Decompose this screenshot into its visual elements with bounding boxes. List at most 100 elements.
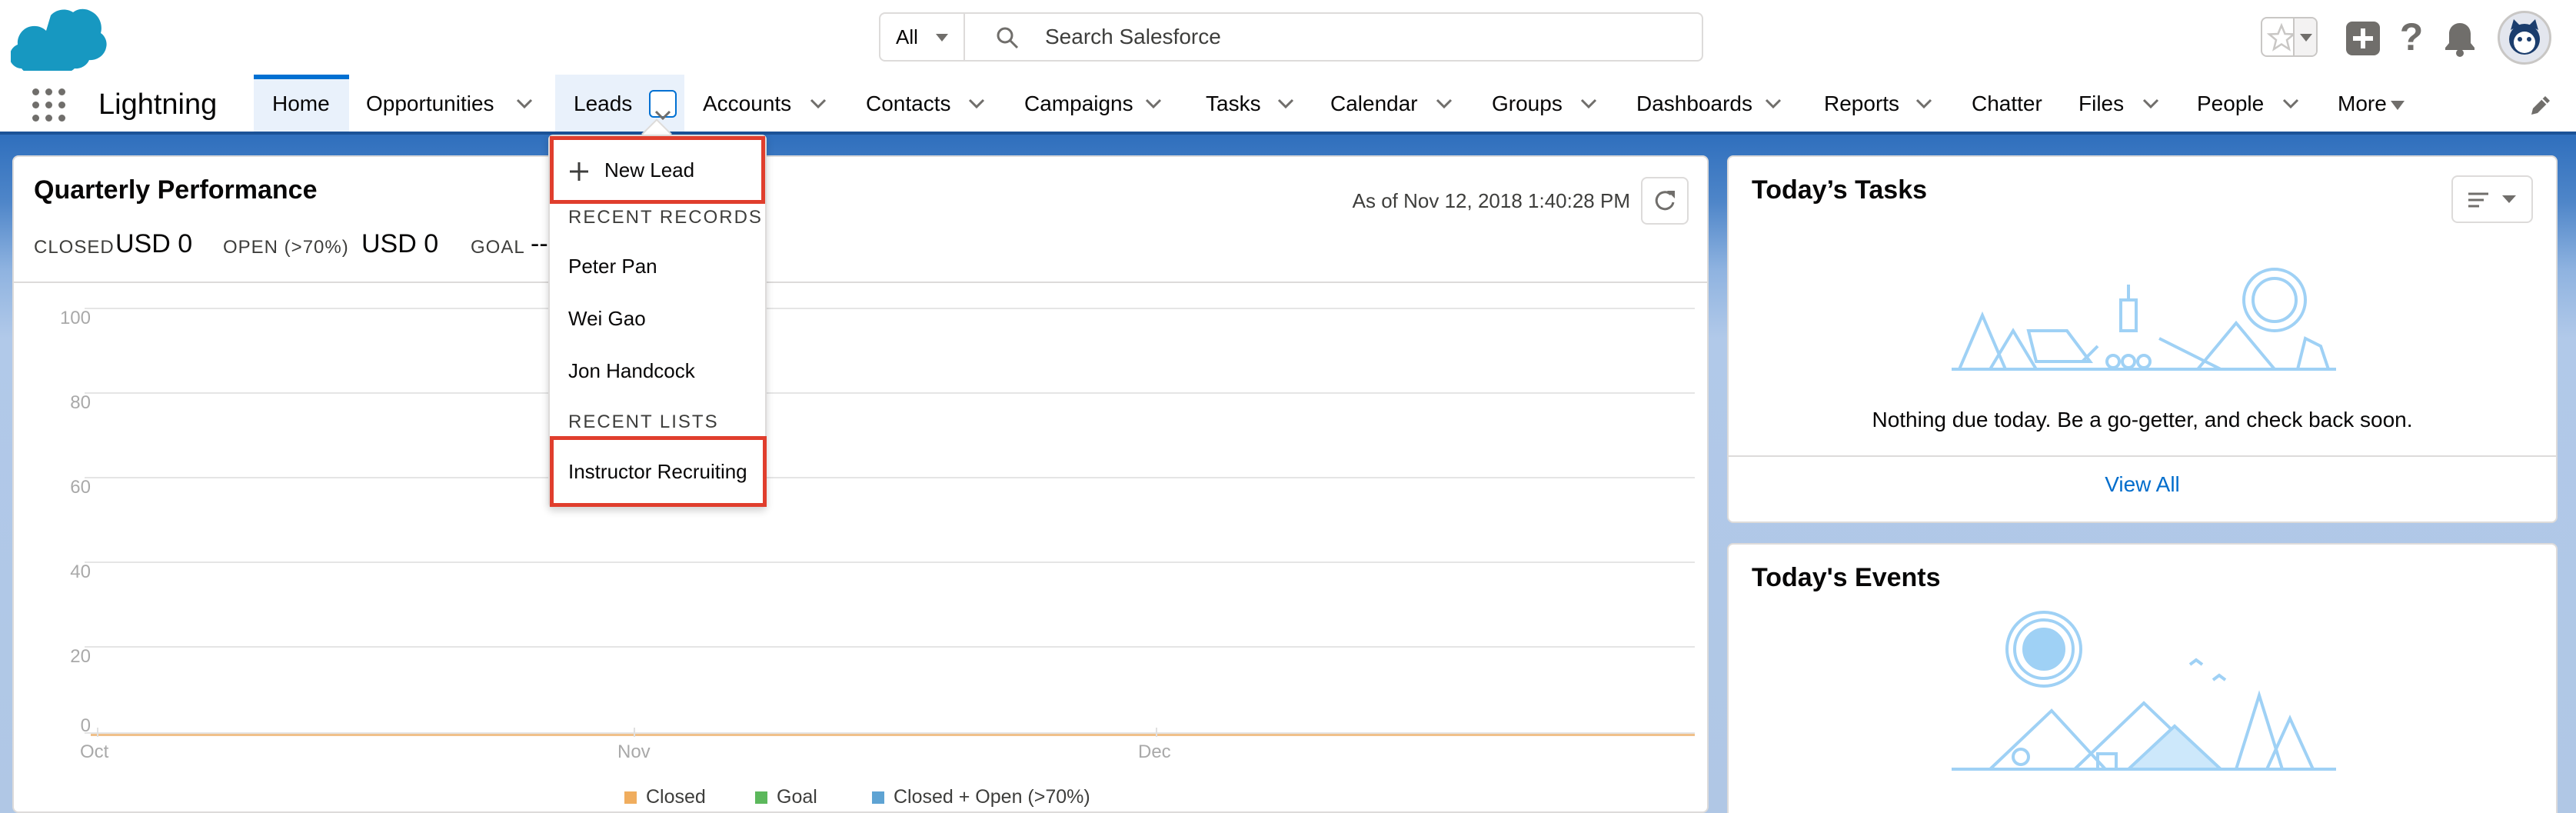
- avatar[interactable]: [2498, 11, 2551, 65]
- recent-record-item[interactable]: Peter Pan: [568, 255, 657, 278]
- tab-accounts-label: Accounts: [703, 92, 792, 115]
- card-title: Today's Events: [1752, 563, 1941, 592]
- refresh-icon: [1655, 191, 1675, 211]
- y-tick-label: 80: [70, 392, 91, 413]
- chevron-down-icon[interactable]: [967, 98, 986, 110]
- empty-state-camping-illustration: [1952, 268, 2336, 371]
- chevron-down-icon[interactable]: [1764, 98, 1782, 110]
- leads-dropdown-menu: New Lead RECENT RECORDS Peter Pan Wei Ga…: [548, 135, 767, 508]
- y-tick-label: 0: [80, 715, 91, 736]
- plus-icon: [570, 162, 588, 181]
- closed-series-line: [91, 734, 1695, 736]
- empty-state-events-illustration: [1952, 611, 2336, 771]
- todays-tasks-card: Today’s Tasks Nothing due today. Be a go…: [1727, 155, 2558, 523]
- tab-home-label: Home: [272, 92, 330, 115]
- chevron-down-icon[interactable]: [1144, 98, 1163, 110]
- favorites-button[interactable]: [2261, 17, 2318, 57]
- gridline: [85, 646, 1695, 648]
- tab-groups-label: Groups: [1492, 92, 1563, 115]
- tab-calendar-label: Calendar: [1330, 92, 1418, 115]
- tab-groups[interactable]: Groups: [1492, 75, 1601, 132]
- x-tick-label: Oct: [80, 741, 109, 762]
- tab-reports-label: Reports: [1824, 92, 1900, 115]
- chevron-down-icon[interactable]: [2142, 98, 2160, 110]
- global-search[interactable]: All Search Salesforce: [879, 12, 1703, 62]
- chevron-down-icon[interactable]: [809, 98, 827, 110]
- empty-state-message: Nothing due today. Be a go-getter, and c…: [1872, 408, 2413, 431]
- bell-icon[interactable]: [2442, 20, 2478, 57]
- tab-campaigns[interactable]: Campaigns: [1024, 75, 1170, 132]
- search-scope-label: All: [896, 25, 918, 48]
- tab-tasks[interactable]: Tasks: [1206, 75, 1295, 132]
- global-header: All Search Salesforce ?: [0, 0, 2576, 75]
- tab-more[interactable]: More: [2338, 75, 2415, 132]
- app-launcher-waffle-icon[interactable]: [32, 88, 66, 122]
- tab-reports[interactable]: Reports: [1824, 75, 1936, 132]
- tab-more-label: More: [2338, 92, 2387, 115]
- tab-contacts-label: Contacts: [866, 92, 951, 115]
- tab-contacts[interactable]: Contacts: [866, 75, 995, 132]
- x-tick-mark: [1156, 728, 1157, 737]
- app-name: Lightning: [98, 88, 218, 121]
- x-tick-label: Nov: [617, 741, 651, 762]
- x-tick-label: Dec: [1138, 741, 1171, 762]
- tab-people[interactable]: People: [2197, 75, 2300, 132]
- recent-list-label: Instructor Recruiting: [568, 460, 747, 483]
- search-scope-select[interactable]: All: [880, 14, 965, 60]
- salesforce-logo[interactable]: [11, 6, 108, 71]
- tab-calendar[interactable]: Calendar: [1330, 75, 1456, 132]
- tab-files[interactable]: Files: [2078, 75, 2159, 132]
- legend-item-goal[interactable]: Goal: [755, 786, 817, 808]
- gridline: [85, 477, 1695, 478]
- tab-campaigns-label: Campaigns: [1024, 92, 1133, 115]
- tab-home[interactable]: Home: [254, 75, 349, 132]
- recent-list-item[interactable]: Instructor Recruiting: [550, 436, 767, 507]
- avatar-icon: [2509, 19, 2540, 55]
- leads-menu-chevron-icon[interactable]: [649, 90, 677, 121]
- y-tick-label: 40: [70, 561, 91, 582]
- y-tick-label: 100: [59, 308, 91, 328]
- recent-record-item[interactable]: Jon Handcock: [568, 359, 695, 383]
- global-actions-plus-icon[interactable]: [2346, 22, 2380, 55]
- search-input[interactable]: Search Salesforce: [1045, 14, 1221, 60]
- todays-events-card: Today's Events: [1727, 543, 2558, 813]
- chevron-down-icon[interactable]: [1915, 98, 1933, 110]
- view-all-link[interactable]: View All: [1729, 472, 2556, 497]
- y-tick-label: 60: [70, 477, 91, 498]
- closed-value: USD 0: [115, 229, 193, 258]
- tab-leads[interactable]: Leads: [555, 75, 684, 132]
- chevron-down-icon: [936, 34, 948, 42]
- legend-item-closed-open[interactable]: Closed + Open (>70%): [872, 786, 1090, 808]
- chevron-down-icon[interactable]: [1579, 98, 1598, 110]
- chevron-down-icon[interactable]: [1276, 98, 1295, 110]
- task-filter-button[interactable]: [2451, 175, 2533, 223]
- tab-dashboards[interactable]: Dashboards: [1636, 75, 1790, 132]
- refresh-button[interactable]: [1641, 177, 1689, 225]
- help-icon[interactable]: ?: [2396, 14, 2427, 60]
- tab-opportunities[interactable]: Opportunities: [366, 75, 547, 132]
- legend-swatch: [755, 791, 767, 804]
- new-lead-menu-item[interactable]: New Lead: [550, 136, 765, 204]
- pencil-icon[interactable]: [2527, 92, 2554, 119]
- chevron-down-icon[interactable]: [2281, 98, 2300, 110]
- legend-item-closed[interactable]: Closed: [624, 786, 706, 808]
- legend-label: Closed: [646, 786, 706, 808]
- legend-swatch: [624, 791, 637, 804]
- recent-records-heading: RECENT RECORDS: [568, 207, 763, 228]
- star-icon[interactable]: [2267, 23, 2296, 52]
- recent-lists-heading: RECENT LISTS: [568, 411, 719, 432]
- recent-record-item[interactable]: Wei Gao: [568, 307, 646, 331]
- x-tick-mark: [634, 728, 635, 737]
- x-tick-mark: [97, 728, 98, 737]
- chevron-down-icon[interactable]: [1435, 98, 1453, 110]
- tab-chatter[interactable]: Chatter: [1972, 75, 2048, 132]
- favorites-menu-chevron-icon[interactable]: [2293, 18, 2316, 55]
- caret-down-icon[interactable]: [2388, 99, 2407, 112]
- gridline: [85, 308, 1695, 309]
- tab-opportunities-label: Opportunities: [366, 92, 494, 115]
- chevron-down-icon[interactable]: [515, 98, 534, 110]
- tab-accounts[interactable]: Accounts: [703, 75, 834, 132]
- open-value: USD 0: [361, 229, 439, 258]
- y-tick-label: 20: [70, 646, 91, 667]
- legend-label: Closed + Open (>70%): [894, 786, 1090, 808]
